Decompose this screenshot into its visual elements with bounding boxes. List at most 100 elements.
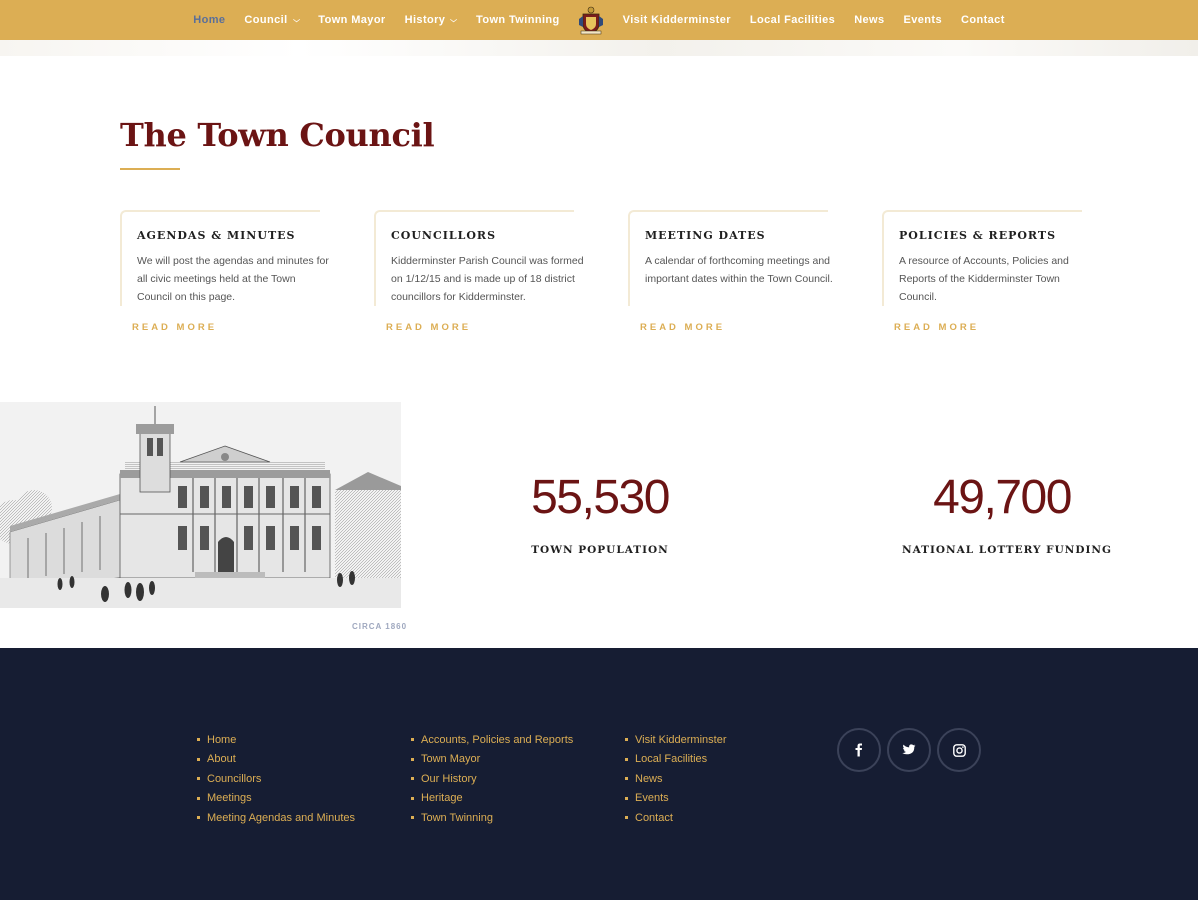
facebook-icon (855, 743, 862, 757)
facebook-button[interactable] (837, 728, 881, 772)
footer-link-label: Meeting Agendas and Minutes (207, 811, 355, 824)
bullet-icon (625, 738, 628, 742)
card-policies-reports: POLICIES & REPORTS A resource of Account… (882, 210, 1092, 306)
read-more-link[interactable]: READ MORE (132, 322, 217, 333)
card-meeting-dates: MEETING DATES A calendar of forthcoming … (628, 210, 838, 306)
footer-link-label: About (207, 753, 236, 766)
bullet-icon (411, 757, 414, 761)
stat-lottery-funding-label: NATIONAL LOTTERY FUNDING (902, 544, 1112, 556)
footer-link[interactable]: Home (197, 730, 355, 750)
footer-link-label: Town Twinning (421, 811, 493, 824)
bullet-icon (197, 738, 200, 742)
footer-links-column-2: Accounts, Policies and Reports Town Mayo… (411, 730, 573, 828)
nav-item-council[interactable]: Council ⌵ (235, 14, 309, 26)
nav-item-events[interactable]: Events (894, 14, 951, 26)
footer-link-label: Heritage (421, 792, 463, 805)
nav-item-label: History (404, 14, 446, 26)
footer-link-label: Home (207, 733, 237, 746)
instagram-icon (952, 743, 966, 757)
bullet-icon (625, 777, 628, 781)
bullet-icon (411, 796, 414, 800)
nav-menu: Home Council ⌵ Town Mayor History ⌵ Town T… (0, 0, 1198, 40)
nav-item-label: Local Facilities (749, 14, 836, 26)
nav-item-town-twinning[interactable]: Town Twinning (467, 14, 570, 26)
card-text: Kidderminster Parish Council was formed … (391, 255, 584, 303)
nav-item-contact[interactable]: Contact (952, 14, 1015, 26)
footer-link-label: Meetings (207, 792, 252, 805)
card-title: POLICIES & REPORTS (899, 229, 1057, 242)
image-caption: CIRCA 1860 (352, 622, 408, 631)
footer-link[interactable]: Meeting Agendas and Minutes (197, 808, 355, 828)
card-text: A calendar of forthcoming meetings and i… (645, 255, 833, 285)
nav-item-label: Town Twinning (476, 14, 560, 26)
bullet-icon (197, 816, 200, 820)
page-title: The Town Council (120, 116, 435, 154)
bullet-icon (197, 777, 200, 781)
chevron-down-icon: ⌵ (292, 16, 301, 24)
town-hall-engraving (0, 402, 401, 608)
footer-link[interactable]: Meetings (197, 789, 355, 809)
footer-link[interactable]: Heritage (411, 789, 573, 809)
footer-link-label: Visit Kidderminster (635, 733, 727, 746)
footer-link[interactable]: Town Twinning (411, 808, 573, 828)
card-title: COUNCILLORS (391, 229, 497, 242)
footer-link-label: Our History (421, 772, 477, 785)
nav-item-label: Events (903, 14, 943, 26)
nav-texture-strip (0, 40, 1198, 56)
footer-link-label: News (635, 772, 663, 785)
footer-link[interactable]: Councillors (197, 769, 355, 789)
twitter-icon (902, 744, 916, 755)
bullet-icon (411, 816, 414, 820)
footer-link-label: Contact (635, 811, 673, 824)
card-councillors: COUNCILLORS Kidderminster Parish Council… (374, 210, 584, 306)
card-title: AGENDAS & MINUTES (137, 229, 296, 242)
nav-item-label: Home (193, 14, 226, 26)
footer-links-column-1: Home About Councillors Meetings Meeting … (197, 730, 355, 828)
instagram-button[interactable] (937, 728, 981, 772)
footer-link[interactable]: Town Mayor (411, 750, 573, 770)
nav-item-local-facilities[interactable]: Local Facilities (740, 14, 844, 26)
footer-link[interactable]: Local Facilities (625, 750, 727, 770)
stat-town-population-value: 55,530 (531, 471, 670, 524)
twitter-button[interactable] (887, 728, 931, 772)
footer-link-label: Events (635, 792, 669, 805)
bullet-icon (625, 816, 628, 820)
footer-link[interactable]: Our History (411, 769, 573, 789)
nav-item-label: News (854, 14, 885, 26)
footer-link-label: Councillors (207, 772, 262, 785)
nav-item-label: Visit Kidderminster (622, 14, 731, 26)
stat-town-population-label: TOWN POPULATION (531, 544, 669, 556)
nav-item-label: Contact (961, 14, 1005, 26)
nav-item-visit-kidderminster[interactable]: Visit Kidderminster (613, 14, 740, 26)
footer (0, 648, 1198, 900)
nav-item-home[interactable]: Home (184, 14, 235, 26)
footer-link[interactable]: About (197, 750, 355, 770)
footer-links-column-3: Visit Kidderminster Local Facilities New… (625, 730, 727, 828)
card-title: MEETING DATES (645, 229, 766, 242)
chevron-down-icon: ⌵ (450, 16, 458, 24)
card-text: We will post the agendas and minutes for… (137, 255, 329, 303)
nav-item-news[interactable]: News (845, 14, 894, 26)
read-more-link[interactable]: READ MORE (640, 322, 725, 333)
read-more-link[interactable]: READ MORE (386, 322, 471, 333)
read-more-link[interactable]: READ MORE (894, 322, 979, 333)
nav-item-label: Council (244, 14, 288, 26)
nav-item-label: Town Mayor (318, 14, 386, 26)
card-text: A resource of Accounts, Policies and Rep… (899, 255, 1069, 303)
footer-link-label: Accounts, Policies and Reports (421, 733, 574, 746)
footer-link[interactable]: Contact (625, 808, 727, 828)
bullet-icon (411, 777, 414, 781)
footer-link[interactable]: Visit Kidderminster (625, 730, 727, 750)
bullet-icon (625, 757, 628, 761)
crest-logo-icon[interactable] (577, 5, 605, 35)
nav-item-town-mayor[interactable]: Town Mayor (309, 14, 395, 26)
bullet-icon (197, 796, 200, 800)
footer-link[interactable]: Events (625, 789, 727, 809)
bullet-icon (197, 757, 200, 761)
stat-lottery-funding-value: 49,700 (933, 471, 1072, 524)
card-agendas-minutes: AGENDAS & MINUTES We will post the agend… (120, 210, 330, 306)
bullet-icon (625, 796, 628, 800)
footer-link[interactable]: News (625, 769, 727, 789)
footer-link[interactable]: Accounts, Policies and Reports (411, 730, 573, 750)
nav-item-history[interactable]: History ⌵ (395, 14, 466, 26)
